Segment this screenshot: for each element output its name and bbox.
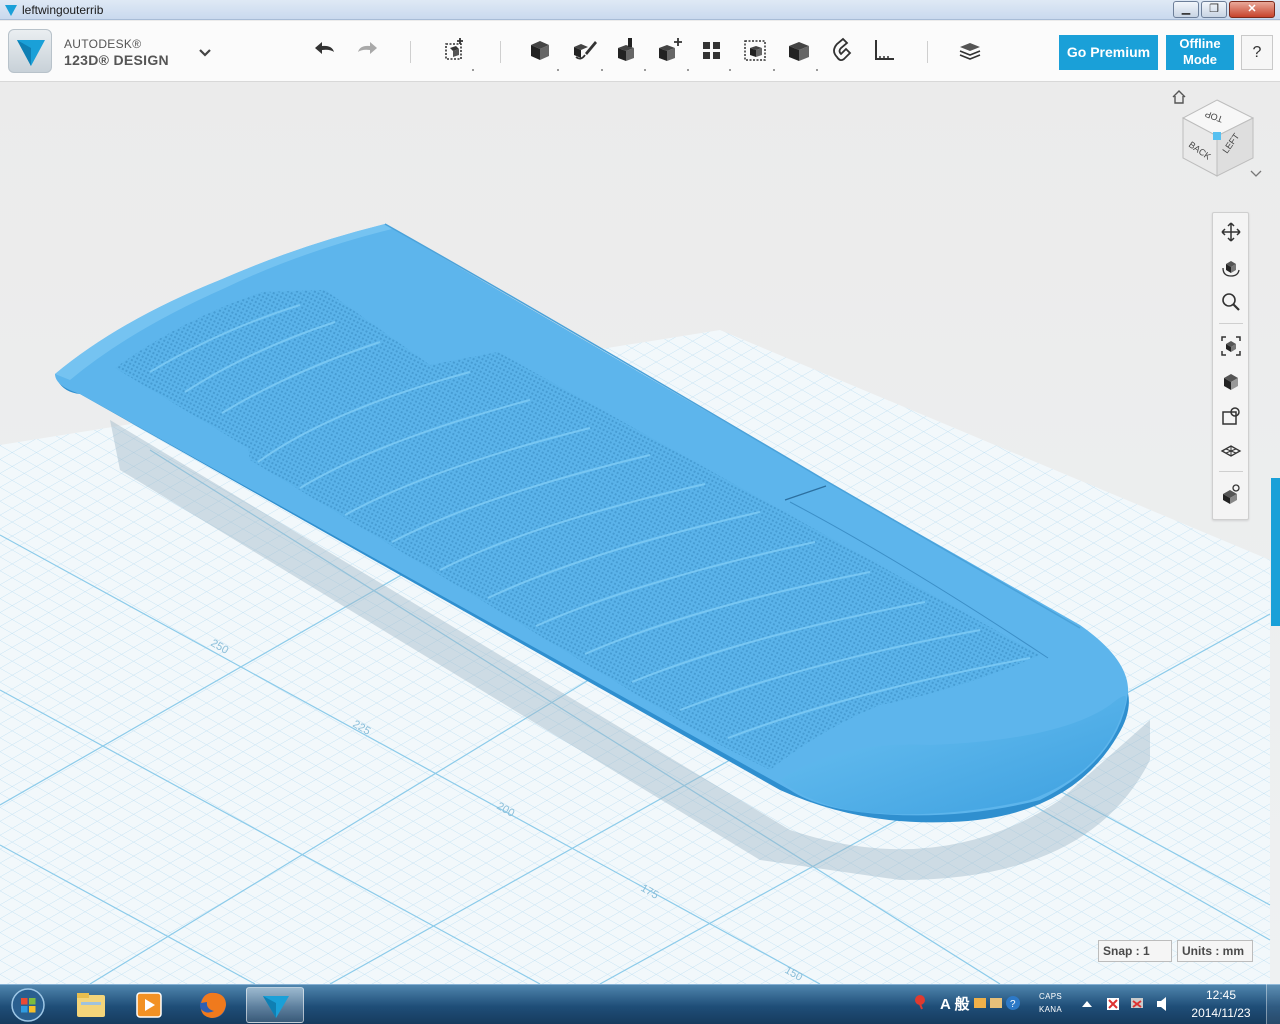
pattern-icon[interactable] xyxy=(655,35,685,65)
firefox-icon[interactable] xyxy=(184,987,242,1023)
ime-tools-icon[interactable]: ? xyxy=(973,995,1023,1011)
primitives-icon[interactable] xyxy=(440,35,470,65)
view-cube[interactable]: TOP BACK LEFT xyxy=(1177,96,1257,180)
visibility-icon[interactable] xyxy=(1220,440,1242,462)
app-icon xyxy=(5,5,17,16)
pan-icon[interactable] xyxy=(1220,221,1242,243)
offline-mode-button[interactable]: Offline Mode xyxy=(1166,35,1234,70)
show-hidden-icons-icon[interactable] xyxy=(1081,999,1093,1009)
materials-icon[interactable] xyxy=(955,35,985,65)
clock-time[interactable]: 12:45 xyxy=(1197,988,1245,1002)
maximize-button[interactable]: ❐ xyxy=(1201,1,1227,18)
3d-viewport[interactable]: 250 225 200 175 150 TOP BACK LEFT Snap:… xyxy=(0,82,1280,984)
perspective-icon[interactable] xyxy=(1220,405,1242,427)
ime-indicator[interactable]: A 般 xyxy=(940,993,969,1014)
kana-indicator: KANA xyxy=(1039,1005,1062,1014)
minimize-button[interactable]: ▁ xyxy=(1173,1,1199,18)
show-desktop-button[interactable] xyxy=(1266,984,1280,1024)
logo-icon xyxy=(17,40,45,66)
combine-icon[interactable] xyxy=(741,35,771,65)
side-panel-tab[interactable] xyxy=(1271,478,1280,626)
undo-icon[interactable] xyxy=(310,35,340,65)
caps-indicator: CAPS xyxy=(1039,992,1062,1001)
orbit-icon[interactable] xyxy=(1220,256,1242,278)
explorer-icon[interactable] xyxy=(62,987,120,1023)
fit-icon[interactable] xyxy=(1220,335,1242,357)
svg-text:?: ? xyxy=(1010,999,1016,1010)
brand-line-2: 123D® DESIGN xyxy=(64,52,169,68)
brand-line-1: AUTODESK® xyxy=(64,37,142,51)
zoom-icon[interactable] xyxy=(1220,291,1242,313)
123d-design-icon[interactable] xyxy=(246,987,304,1023)
window-title-bar: leftwingouterrib ▁ ❐ ✕ xyxy=(0,0,1280,20)
window-title: leftwingouterrib xyxy=(22,3,104,17)
offline-mode-label: Offline Mode xyxy=(1179,36,1221,67)
measure-icon[interactable] xyxy=(784,35,814,65)
help-button[interactable]: ? xyxy=(1241,35,1273,70)
scene-canvas[interactable]: 250 225 200 175 150 xyxy=(0,82,1280,984)
viewcube-menu-arrow-icon[interactable] xyxy=(1250,170,1262,178)
material-view-icon[interactable] xyxy=(1220,483,1242,505)
construct-icon[interactable] xyxy=(569,35,599,65)
redo-icon[interactable] xyxy=(352,35,382,65)
media-player-icon[interactable] xyxy=(120,987,178,1023)
clock-date[interactable]: 2014/11/23 xyxy=(1185,1006,1257,1020)
start-button[interactable] xyxy=(4,987,50,1023)
snap-icon[interactable] xyxy=(827,35,857,65)
views-icon[interactable] xyxy=(1220,370,1242,392)
units-indicator[interactable]: Units : mm xyxy=(1177,940,1253,962)
modify-icon[interactable] xyxy=(612,35,642,65)
grouping-icon[interactable] xyxy=(697,35,727,65)
sketch-icon[interactable] xyxy=(525,35,555,65)
chevron-down-icon[interactable] xyxy=(196,46,214,60)
main-toolbar: AUTODESK® 123D® DESIGN Go Premium Offlin… xyxy=(0,21,1280,82)
close-button[interactable]: ✕ xyxy=(1229,1,1275,18)
snap-indicator[interactable]: Snap : 1 xyxy=(1098,940,1172,962)
go-premium-button[interactable]: Go Premium xyxy=(1059,35,1158,70)
tray-icons[interactable] xyxy=(1105,995,1175,1013)
windows-taskbar: A 般 ? CAPS KANA xyxy=(0,984,1280,1024)
app-logo[interactable] xyxy=(8,29,52,73)
notification-icon[interactable] xyxy=(913,994,927,1010)
navigation-bar xyxy=(1212,212,1249,520)
ruler-icon[interactable] xyxy=(869,35,899,65)
